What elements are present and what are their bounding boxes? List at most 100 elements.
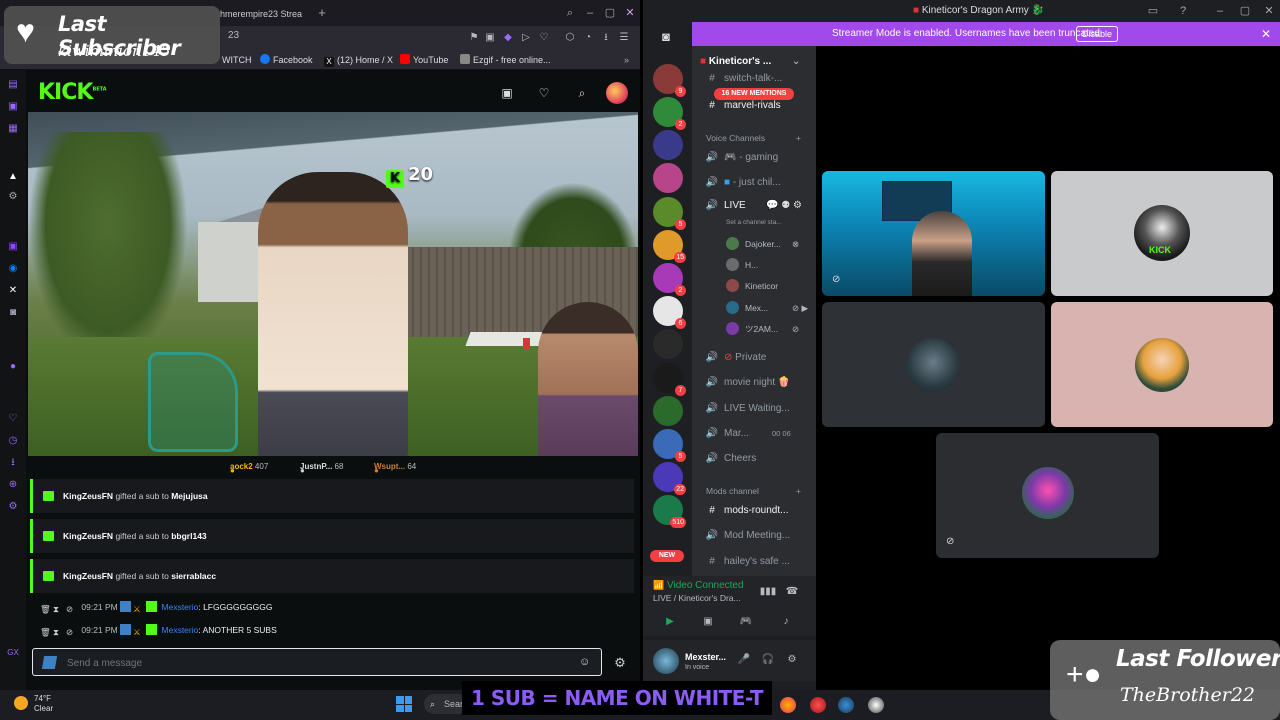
mute-mic-icon[interactable]: 🎤 bbox=[733, 650, 755, 670]
headphones-icon[interactable]: 🎧 bbox=[757, 650, 779, 670]
search-icon[interactable]: ⌕ bbox=[560, 4, 580, 22]
add-channel-icon[interactable]: + bbox=[796, 133, 801, 143]
sidebar-icon-4[interactable]: ▲ bbox=[6, 170, 20, 184]
kick-logo[interactable]: KICKBETA bbox=[38, 80, 107, 105]
screenshot-icon[interactable]: ▣ bbox=[482, 30, 498, 46]
sidebar-icon-5[interactable]: ⚙ bbox=[6, 190, 20, 204]
server-icon[interactable] bbox=[653, 329, 683, 359]
opera-taskbar-icon[interactable] bbox=[810, 697, 826, 713]
emoji-icon[interactable]: ☺ bbox=[579, 656, 591, 668]
delete-icon[interactable]: 🗑 bbox=[40, 625, 51, 637]
sidebar-icon-8[interactable]: GX bbox=[6, 646, 20, 660]
channel-haileys-safe[interactable]: # hailey's safe ... bbox=[704, 552, 816, 572]
discord-close-button[interactable]: ✕ bbox=[1259, 2, 1279, 20]
help-icon[interactable]: ? bbox=[1173, 2, 1193, 20]
voice-channel-just-chill[interactable]: 🔊 ■ - just chil... bbox=[704, 173, 816, 193]
channel-marvel-rivals[interactable]: # marvel-rivals bbox=[704, 96, 816, 116]
server-icon[interactable]: 9 bbox=[653, 64, 686, 97]
extension-icon[interactable]: ◆ bbox=[500, 30, 516, 46]
bookmark-youtube[interactable]: YouTube bbox=[400, 53, 448, 67]
gifter-name[interactable]: KingZeusFN bbox=[63, 491, 113, 501]
video-tile-camera[interactable]: ⊘ bbox=[822, 171, 1045, 296]
gifter-name[interactable]: KingZeusFN bbox=[63, 531, 113, 541]
url-text[interactable]: 23 bbox=[228, 30, 239, 41]
server-icon[interactable] bbox=[653, 396, 683, 426]
voice-channel-live[interactable]: 🔊 LIVE 💬 ⚉ ⚙ bbox=[704, 198, 816, 214]
disable-streamer-mode-button[interactable]: Disable bbox=[1076, 26, 1118, 42]
obs-taskbar-icon[interactable] bbox=[868, 697, 884, 713]
channel-mods-roundtable[interactable]: # mods-roundt... bbox=[704, 501, 816, 521]
download-icon[interactable]: ⭳ bbox=[598, 30, 614, 46]
server-icon[interactable]: 510 bbox=[653, 495, 686, 528]
discord-minimize-button[interactable]: – bbox=[1210, 2, 1230, 20]
browser-tab-active[interactable]: hmerempire23 Strea bbox=[210, 4, 310, 24]
screenshare-icon[interactable]: ▣ bbox=[697, 612, 719, 632]
server-icon[interactable]: 5 bbox=[653, 197, 686, 230]
follow-heart-icon[interactable]: ♡ bbox=[536, 85, 552, 101]
x-sidebar-icon[interactable]: ✕ bbox=[6, 284, 20, 298]
chevron-down-icon[interactable]: ⌄ bbox=[792, 56, 800, 67]
minimize-button[interactable]: – bbox=[580, 4, 600, 22]
camera-icon[interactable]: ▶ bbox=[659, 612, 681, 632]
leaderboard-entry[interactable]: ● aock2 407 bbox=[230, 462, 268, 475]
steam-taskbar-icon[interactable] bbox=[838, 697, 854, 713]
chat-input-box[interactable]: ☺ bbox=[32, 648, 602, 676]
menu-icon[interactable]: ☰ bbox=[616, 30, 632, 46]
server-icon[interactable]: 2 bbox=[653, 97, 686, 130]
recipient-name[interactable]: Mejujusa bbox=[171, 491, 207, 501]
voice-user[interactable]: Dajoker... ⊗ bbox=[726, 235, 799, 253]
bookmark-twitch[interactable]: WITCH bbox=[222, 53, 252, 67]
sidebar-icon-7[interactable]: ⊕ bbox=[6, 478, 20, 492]
server-icon[interactable]: 2 bbox=[653, 263, 686, 296]
noise-suppression-icon[interactable]: ▮▮▮ bbox=[757, 582, 779, 602]
firefox-taskbar-icon[interactable] bbox=[780, 697, 796, 713]
new-tab-button[interactable]: + bbox=[312, 4, 332, 22]
bookmark-x[interactable]: X (12) Home / X bbox=[324, 53, 393, 67]
gifter-name[interactable]: KingZeusFN bbox=[63, 571, 113, 581]
account-icon[interactable]: ◔ bbox=[580, 30, 596, 46]
guild-name[interactable]: ■ Kineticor's ... bbox=[700, 56, 771, 67]
maximize-button[interactable]: ▢ bbox=[600, 4, 620, 22]
user-settings-icon[interactable]: ⚙ bbox=[781, 650, 803, 670]
category-mods-channel[interactable]: Mods channel + bbox=[706, 486, 801, 496]
chat-settings-icon[interactable]: ⚙ bbox=[612, 655, 628, 671]
server-icon[interactable]: 7 bbox=[653, 363, 686, 396]
timeout-icon[interactable]: ⊘ bbox=[66, 602, 77, 614]
server-icon[interactable]: 22 bbox=[653, 462, 686, 495]
server-icon[interactable]: 15 bbox=[653, 230, 686, 263]
timeout-icon[interactable]: ⊘ bbox=[66, 625, 77, 637]
server-icon[interactable] bbox=[653, 130, 683, 160]
hourglass-icon[interactable]: ⧗ bbox=[53, 625, 64, 637]
server-icon[interactable]: 6 bbox=[653, 296, 686, 329]
signal-icon[interactable]: 📶 bbox=[653, 580, 664, 591]
history-icon[interactable]: ◷ bbox=[6, 434, 20, 448]
message-username[interactable]: Mexsterio bbox=[162, 625, 199, 635]
discord-maximize-button[interactable]: ▢ bbox=[1235, 2, 1255, 20]
discord-home-icon[interactable]: ◙ bbox=[656, 28, 676, 46]
voice-user[interactable]: Mex... ⊘ ▶ bbox=[726, 299, 808, 317]
voice-channel-mar[interactable]: 🔊 Mar... 00 06 bbox=[704, 424, 816, 444]
hourglass-icon[interactable]: ⧗ bbox=[53, 602, 64, 614]
voice-location[interactable]: LIVE / Kineticor's Dra... bbox=[653, 593, 741, 603]
recipient-name[interactable]: bbgrl143 bbox=[171, 531, 206, 541]
bookmarks-overflow-icon[interactable]: » bbox=[624, 53, 629, 67]
message-username[interactable]: Mexsterio bbox=[162, 602, 199, 612]
recipient-name[interactable]: sierrablacc bbox=[171, 571, 216, 581]
voice-channel-mod-meeting[interactable]: 🔊 Mod Meeting... bbox=[704, 526, 816, 546]
messenger-icon[interactable]: ◉ bbox=[6, 262, 20, 276]
channel-status-text[interactable]: Set a channel sta... bbox=[726, 219, 782, 226]
voice-channel-live-waiting[interactable]: 🔊 LIVE Waiting... bbox=[704, 399, 816, 419]
server-icon[interactable]: 5 bbox=[653, 429, 686, 462]
voice-user[interactable]: H... bbox=[726, 256, 758, 274]
twitch-icon[interactable]: ▣ bbox=[6, 240, 20, 254]
delete-icon[interactable]: 🗑 bbox=[40, 602, 51, 614]
video-tile-participant[interactable]: ⊘ bbox=[936, 433, 1159, 558]
video-tile-participant[interactable] bbox=[1051, 302, 1273, 427]
user-panel-avatar[interactable] bbox=[653, 648, 679, 674]
server-icon[interactable] bbox=[653, 163, 683, 193]
user-avatar[interactable] bbox=[606, 82, 628, 104]
leaderboard-entry[interactable]: ● JustnP... 68 bbox=[300, 462, 343, 475]
heart-icon[interactable]: ♡ bbox=[536, 30, 552, 46]
extensions-icon[interactable]: ⬡ bbox=[562, 30, 578, 46]
close-button[interactable]: ✕ bbox=[620, 4, 640, 22]
